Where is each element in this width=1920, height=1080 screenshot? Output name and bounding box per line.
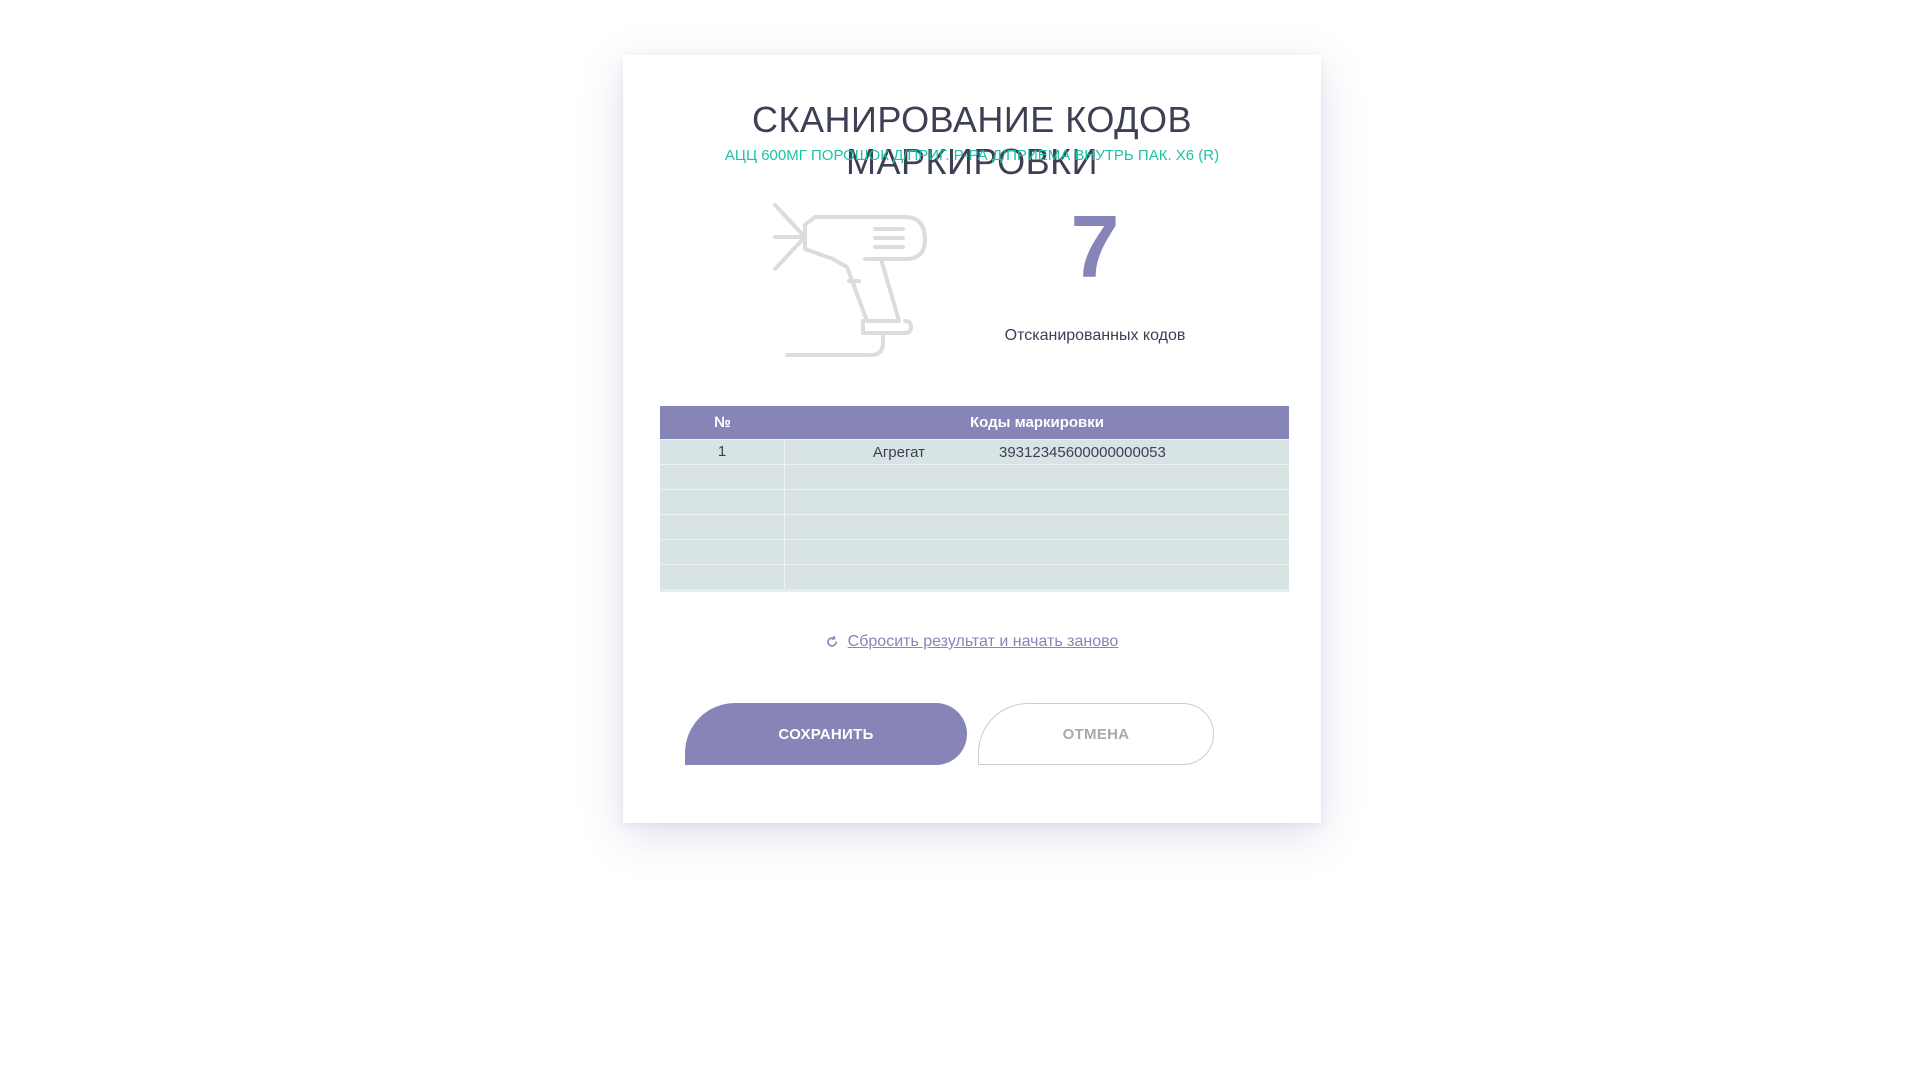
table-row — [660, 514, 1289, 539]
reset-row: Сбросить результат и начать заново — [623, 633, 1321, 653]
row-code-type: Агрегат — [872, 443, 925, 461]
barcode-scanner-icon — [773, 203, 927, 357]
scanned-count: 7 — [1070, 197, 1120, 296]
scanned-count-label: Отсканированных кодов — [1004, 327, 1186, 344]
row-number — [660, 540, 785, 564]
save-button[interactable]: СОХРАНИТЬ — [685, 703, 967, 765]
table-row[interactable]: 1 Агрегат 39312345600000000053 — [660, 439, 1289, 464]
marking-codes-table: № Коды маркировки 1 Агрегат 393123456000… — [660, 406, 1289, 592]
dialog-title: СКАНИРОВАНИЕ КОДОВ МАРКИРОВКИ — [752, 99, 1192, 182]
refresh-icon — [826, 636, 837, 647]
header-number: № — [714, 414, 731, 431]
cancel-button[interactable]: ОТМЕНА — [978, 703, 1214, 765]
table-row — [660, 464, 1289, 489]
table-row — [660, 564, 1289, 589]
reset-link[interactable]: Сбросить результат и начать заново — [826, 633, 1119, 651]
row-number: 1 — [660, 440, 785, 464]
row-code: 39312345600000000053 — [999, 443, 1166, 461]
row-number — [660, 490, 785, 514]
product-name: АЦЦ 600МГ ПОРОШОК Д/ПРИГ. Р-РА Д/ПРИЕМА … — [724, 147, 1220, 164]
scan-dialog: СКАНИРОВАНИЕ КОДОВ МАРКИРОВКИ АЦЦ 600МГ … — [623, 55, 1321, 823]
table-row — [660, 489, 1289, 514]
header-codes: Коды маркировки — [969, 414, 1105, 431]
table-header: № Коды маркировки — [660, 406, 1289, 439]
row-number — [660, 515, 785, 539]
row-number — [660, 565, 785, 589]
reset-link-label: Сбросить результат и начать заново — [847, 633, 1119, 650]
table-row — [660, 539, 1289, 564]
row-number — [660, 465, 785, 489]
